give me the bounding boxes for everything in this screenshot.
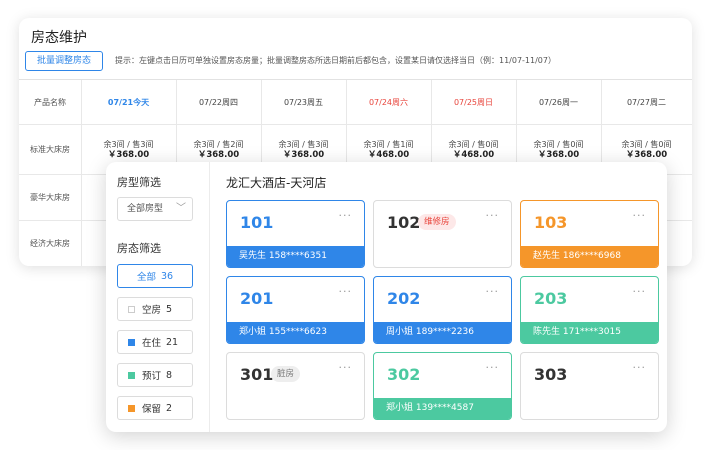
room-card[interactable]: 301 ··· 脏房 xyxy=(226,352,365,420)
hotel-name: 龙汇大酒店-天河店 xyxy=(226,176,327,190)
stock-text: 余3间 / 售0间 xyxy=(533,139,584,149)
date-header-cell[interactable]: 07/27周二 xyxy=(601,80,692,124)
batch-adjust-button[interactable]: 批量调整房态 xyxy=(25,51,103,71)
date-header: 07/26周一 xyxy=(538,97,579,107)
status-color-swatch xyxy=(128,305,135,313)
guest-info: 赵先生 186****6968 xyxy=(521,246,658,267)
status-filter[interactable]: 保留 2 xyxy=(117,396,193,420)
stock-text: 余3间 / 售0间 xyxy=(621,139,672,149)
date-header: 07/22周四 xyxy=(198,97,239,107)
room-type-name: 豪华大床房 xyxy=(30,193,70,202)
more-options-icon[interactable]: ··· xyxy=(339,361,353,374)
status-filter-label: 空房 xyxy=(142,305,162,316)
room-type-select-value: 全部房型 xyxy=(127,204,164,214)
date-header: 07/21今天 xyxy=(107,97,150,107)
room-number: 202 xyxy=(387,289,421,308)
date-header-cell[interactable]: 07/22周四 xyxy=(176,80,261,124)
status-filter[interactable]: 预订 8 xyxy=(117,363,193,387)
room-card[interactable]: 201 ··· 郑小姐 155****6623 xyxy=(226,276,365,344)
more-options-icon[interactable]: ··· xyxy=(339,209,353,222)
room-type-name: 标准大床房 xyxy=(30,145,70,154)
room-number: 201 xyxy=(240,289,274,308)
guest-info: 郑小姐 139****4587 xyxy=(374,398,511,419)
column-header-product: 产品名称 xyxy=(34,97,66,107)
more-options-icon[interactable]: ··· xyxy=(339,285,353,298)
more-options-icon[interactable]: ··· xyxy=(633,361,647,374)
stock-text: 余3间 / 售2间 xyxy=(193,139,244,149)
page-title: 房态维护 xyxy=(31,30,87,46)
room-card[interactable]: 101 ··· 吴先生 158****6351 xyxy=(226,200,365,268)
room-number: 102 xyxy=(387,213,421,232)
date-header-cell[interactable]: 07/25周日 xyxy=(431,80,516,124)
status-color-swatch xyxy=(128,338,135,346)
more-options-icon[interactable]: ··· xyxy=(486,361,500,374)
status-filter[interactable]: 空房 5 xyxy=(117,297,193,321)
grid-divider xyxy=(81,80,82,266)
status-color-swatch xyxy=(128,404,135,412)
stock-text: 余3间 / 售1间 xyxy=(363,139,414,149)
price-text: ￥468.00 xyxy=(452,149,495,160)
hint-text: 提示：左键点击日历可单独设置房态房量；批量调整房态所选日期前后都包含，设置某日请… xyxy=(115,56,556,65)
more-options-icon[interactable]: ··· xyxy=(633,285,647,298)
date-header-cell[interactable]: 07/24周六 xyxy=(346,80,431,124)
room-number: 103 xyxy=(534,213,568,232)
chevron-down-icon: ﹀ xyxy=(176,203,186,214)
price-text: ￥368.00 xyxy=(197,149,240,160)
more-options-icon[interactable]: ··· xyxy=(633,209,647,222)
date-header: 07/27周二 xyxy=(626,97,667,107)
date-header-cell[interactable]: 07/23周五 xyxy=(261,80,346,124)
room-status-tag: 脏房 xyxy=(271,366,301,382)
date-header-cell[interactable]: 07/21今天 xyxy=(81,80,176,124)
price-text: ￥368.00 xyxy=(107,149,150,160)
room-status-tag: 维修房 xyxy=(418,214,456,230)
status-filter-label: 保留 xyxy=(142,404,162,415)
room-card[interactable]: 202 ··· 周小姐 189****2236 xyxy=(373,276,512,344)
stock-text: 余3间 / 售3间 xyxy=(278,139,329,149)
status-filter-label: 在住 xyxy=(142,338,162,349)
room-status-filter-title: 房态筛选 xyxy=(117,242,161,255)
status-color-swatch xyxy=(128,371,135,379)
stock-text: 余3间 / 售3间 xyxy=(103,139,154,149)
status-filter-count: 5 xyxy=(166,303,173,315)
guest-info: 陈先生 171****3015 xyxy=(521,322,658,343)
room-number: 101 xyxy=(240,213,274,232)
guest-info: 周小姐 189****2236 xyxy=(374,322,511,343)
price-text: ￥468.00 xyxy=(367,149,410,160)
more-options-icon[interactable]: ··· xyxy=(486,209,500,222)
filter-sidebar: 房型筛选 全部房型 ﹀ 房态筛选 全部 36 空房 5 在住 21 预订 8 保留 2 xyxy=(106,162,210,432)
status-filter-count: 8 xyxy=(166,369,173,381)
price-text: ￥368.00 xyxy=(282,149,325,160)
date-header: 07/25周日 xyxy=(453,97,494,107)
grid-header-row: 产品名称 07/21今天 07/22周四 07/23周五 07/24周六 07/25周日 0… xyxy=(19,80,692,124)
room-card[interactable]: 303 ··· xyxy=(520,352,659,420)
status-filter[interactable]: 全部 36 xyxy=(117,264,193,288)
date-header: 07/23周五 xyxy=(283,97,324,107)
status-filter-count: 36 xyxy=(160,270,174,282)
stock-text: 余3间 / 售0间 xyxy=(448,139,499,149)
room-board-panel: 房型筛选 全部房型 ﹀ 房态筛选 全部 36 空房 5 在住 21 预订 8 保留 2 龙汇大酒店… xyxy=(106,162,667,432)
room-card[interactable]: 103 ··· 赵先生 186****6968 xyxy=(520,200,659,268)
status-filter-label: 预订 xyxy=(142,371,162,382)
status-filter-count: 2 xyxy=(166,402,173,414)
room-number: 301 xyxy=(240,365,274,384)
status-filter-label: 全部 xyxy=(136,272,156,283)
room-card[interactable]: 302 ··· 郑小姐 139****4587 xyxy=(373,352,512,420)
date-header: 07/24周六 xyxy=(368,97,409,107)
status-filter-count: 21 xyxy=(166,336,179,348)
guest-info: 吴先生 158****6351 xyxy=(227,246,364,267)
more-options-icon[interactable]: ··· xyxy=(486,285,500,298)
room-type-filter-title: 房型筛选 xyxy=(117,176,161,189)
status-filter[interactable]: 在住 21 xyxy=(117,330,193,354)
room-type-name: 经济大床房 xyxy=(30,239,70,248)
price-text: ￥368.00 xyxy=(625,149,668,160)
date-header-cell[interactable]: 07/26周一 xyxy=(516,80,601,124)
room-number: 203 xyxy=(534,289,568,308)
room-type-select[interactable]: 全部房型 ﹀ xyxy=(117,197,193,221)
room-number: 302 xyxy=(387,365,421,384)
room-number: 303 xyxy=(534,365,568,384)
room-card[interactable]: 203 ··· 陈先生 171****3015 xyxy=(520,276,659,344)
price-text: ￥368.00 xyxy=(537,149,580,160)
room-card[interactable]: 102 ··· 维修房 xyxy=(373,200,512,268)
guest-info: 郑小姐 155****6623 xyxy=(227,322,364,343)
